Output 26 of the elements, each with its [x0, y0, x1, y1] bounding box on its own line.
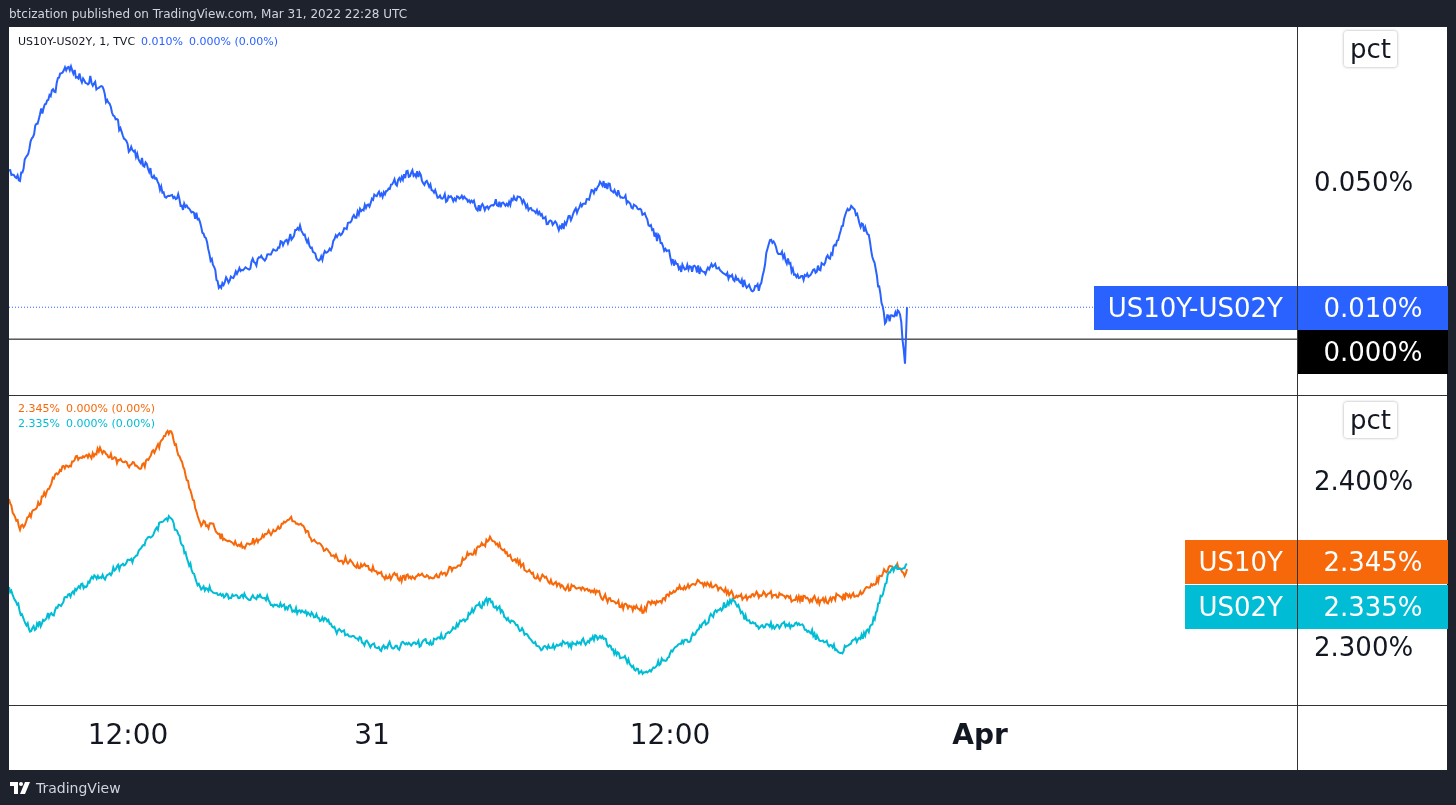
series-label: US10Y [1184, 540, 1297, 584]
legend-change: 0.000% (0.00%) [189, 35, 278, 48]
legend-change: 0.000% (0.00%) [65, 417, 155, 430]
series-label: US10Y-US02Y [1093, 286, 1297, 330]
publish-info: btcization published on TradingView.com, Mar 31, 2022 22:28 UTC [9, 6, 407, 21]
time-tick: 12:00 [87, 718, 169, 751]
legend-value: 0.010% [141, 35, 184, 48]
price-tick: 2.400% [1314, 466, 1414, 496]
brand-name[interactable]: TradingView [36, 779, 121, 796]
time-tick: 31 [354, 718, 390, 751]
logo-icon [10, 781, 30, 794]
legend-value: 2.335% [18, 417, 60, 430]
price-tick: 2.300% [1314, 632, 1414, 662]
legend-value: 2.345% [18, 402, 60, 415]
legend-symbol: US10Y-US02Y, 1, TVC [18, 35, 136, 48]
time-tick: 12:00 [629, 718, 711, 751]
scale-mode-label: pct [1344, 31, 1397, 67]
series-label: US02Y [1184, 585, 1297, 629]
price-tick: 0.050% [1314, 167, 1414, 197]
legend-change: 0.000% (0.00%) [65, 402, 155, 415]
price-label: 0.010% [1298, 286, 1448, 330]
time-tick: Apr [952, 718, 1008, 751]
scale-mode-label: pct [1344, 402, 1397, 438]
price-label: 2.345% [1298, 540, 1448, 584]
price-label: 0.000% [1298, 330, 1448, 374]
price-label: 2.335% [1298, 585, 1448, 629]
